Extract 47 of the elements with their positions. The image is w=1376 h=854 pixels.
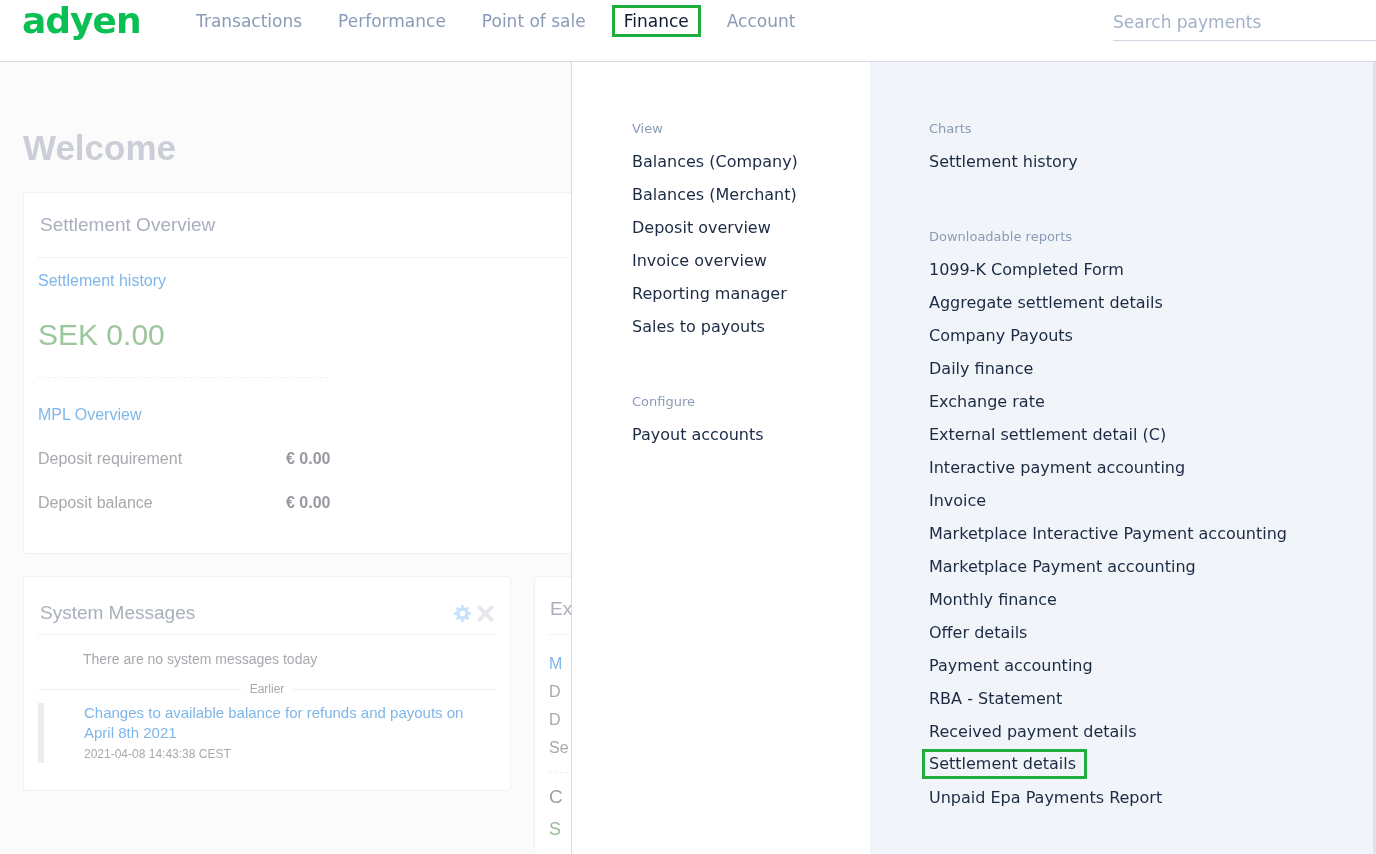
menu-item[interactable]: 1099-K Completed Form — [929, 253, 1124, 286]
section-heading: Configure — [632, 393, 695, 411]
menu-item[interactable]: Offer details — [929, 616, 1028, 649]
card-text: S — [549, 819, 561, 839]
menu-item[interactable]: Payout accounts — [632, 418, 764, 451]
row-label: Deposit balance — [38, 493, 154, 513]
menu-item[interactable]: Settlement history — [929, 145, 1078, 178]
menu-item[interactable]: Reporting manager — [632, 277, 787, 310]
menu-item[interactable]: External settlement detail (C) — [929, 418, 1167, 451]
menu-item[interactable]: Marketplace Payment accounting — [929, 550, 1196, 583]
nav-tab[interactable]: Finance — [613, 7, 699, 35]
close-icon[interactable] — [477, 604, 494, 622]
menu-item[interactable]: Settlement details — [923, 750, 1087, 778]
menu-item[interactable]: Interactive payment accounting — [929, 451, 1186, 484]
row-label: Deposit requirement — [38, 449, 184, 469]
menu-item[interactable]: Received payment details — [929, 715, 1137, 748]
menu-item[interactable]: Deposit overview — [632, 211, 771, 244]
card-text: C — [549, 787, 563, 807]
amount: SEK 0.00 — [38, 317, 165, 353]
card-title: System Messages — [40, 602, 196, 624]
divider-label: Earlier — [249, 681, 285, 697]
menu-item[interactable]: Sales to payouts — [632, 310, 765, 343]
message-timestamp: 2021-04-08 14:43:38 CEST — [84, 746, 232, 763]
menu-item[interactable]: Daily finance — [929, 352, 1034, 385]
section-heading: Downloadable reports — [929, 228, 1073, 246]
menu-item[interactable]: Unpaid Epa Payments Report — [929, 781, 1163, 814]
row-value: € 0.00 — [286, 493, 331, 513]
menu-item[interactable]: Marketplace Interactive Payment accounting — [929, 517, 1288, 550]
row-value: € 0.00 — [286, 449, 331, 469]
menu-item[interactable]: Exchange rate — [929, 385, 1045, 418]
menu-item[interactable]: RBA - Statement — [929, 682, 1063, 715]
section-heading: Charts — [929, 120, 972, 138]
menu-item[interactable]: Balances (Company) — [632, 145, 798, 178]
menu-item[interactable]: Payment accounting — [929, 649, 1093, 682]
card-text: D — [549, 682, 561, 702]
menu-item[interactable]: Invoice overview — [632, 244, 767, 277]
menu-item[interactable]: Company Payouts — [929, 319, 1073, 352]
empty-message: There are no system messages today — [82, 650, 319, 669]
menu-item[interactable]: Aggregate settlement details — [929, 286, 1163, 319]
card-text: D — [549, 710, 561, 730]
card-title: Settlement Overview — [37, 193, 569, 258]
section-heading: View — [632, 120, 663, 138]
menu-item[interactable]: Invoice — [929, 484, 987, 517]
menu-item[interactable]: Monthly finance — [929, 583, 1057, 616]
menu-item[interactable]: Balances (Merchant) — [632, 178, 797, 211]
card-text: Se — [549, 738, 569, 758]
settings-icon[interactable] — [454, 604, 471, 622]
